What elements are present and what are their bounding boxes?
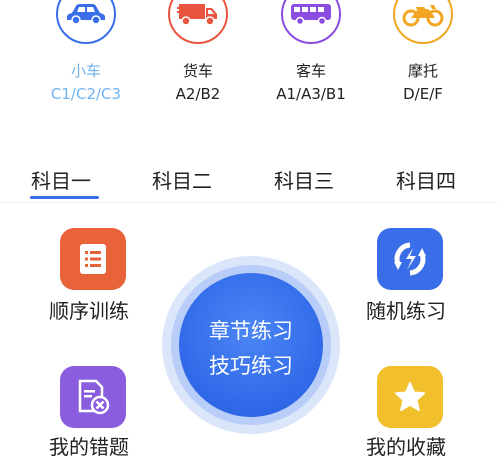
active-tab-indicator [30, 196, 99, 199]
star-icon [395, 382, 425, 411]
list-icon [80, 244, 106, 274]
vehicle-code-motorcycle: D/E/F [403, 85, 443, 103]
tab-subject-4[interactable]: 科目四 [396, 168, 456, 194]
center-line-2: 技巧练习 [209, 354, 293, 378]
wrong-doc-icon-tile [60, 366, 126, 428]
list-icon-tile [60, 228, 126, 290]
shuffle-icon-tile [377, 228, 443, 290]
vehicle-code-car: C1/C2/C3 [50, 85, 122, 103]
bus-icon-circle [281, 0, 341, 44]
vehicle-name-car: 小车 [70, 62, 101, 80]
wrong-doc-icon [78, 379, 110, 415]
truck-icon-circle [168, 0, 228, 44]
vehicle-name-bus: 客车 [295, 62, 326, 80]
tab-subject-2[interactable]: 科目二 [152, 168, 212, 194]
vehicle-code-truck: A2/B2 [175, 85, 221, 103]
chapter-practice-button[interactable]: 章节练习 技巧练习 [162, 256, 340, 434]
vehicle-name-motorcycle: 摩托 [407, 62, 438, 80]
random-practice-label: 随机练习 [366, 299, 446, 323]
my-mistakes-label: 我的错题 [49, 435, 129, 459]
truck-icon [177, 4, 217, 26]
subject-tabs: 科目一 科目二 科目三 科目四 [0, 160, 498, 203]
center-ring: 章节练习 技巧练习 [171, 265, 331, 425]
motorcycle-icon [402, 5, 444, 27]
vehicle-name-truck: 货车 [182, 62, 213, 80]
vehicle-code-bus: A1/A3/B1 [276, 85, 346, 103]
bus-icon [291, 4, 331, 26]
car-icon-circle [56, 0, 116, 44]
motorcycle-icon-circle [393, 0, 453, 44]
tab-subject-3[interactable]: 科目三 [274, 168, 334, 194]
center-line-1: 章节练习 [209, 319, 293, 343]
tab-subject-1[interactable]: 科目一 [31, 168, 91, 194]
shuffle-icon [394, 242, 426, 276]
my-favorites-label: 我的收藏 [366, 435, 446, 459]
star-icon-tile [377, 366, 443, 428]
car-icon [67, 4, 105, 25]
sequential-training-label: 顺序训练 [49, 299, 129, 323]
vehicle-type-selector: 小车 C1/C2/C3 货车 A2/B2 客车 A1/A3/B1 摩托 D/E/… [0, 0, 498, 110]
center-core[interactable]: 章节练习 技巧练习 [179, 273, 323, 417]
